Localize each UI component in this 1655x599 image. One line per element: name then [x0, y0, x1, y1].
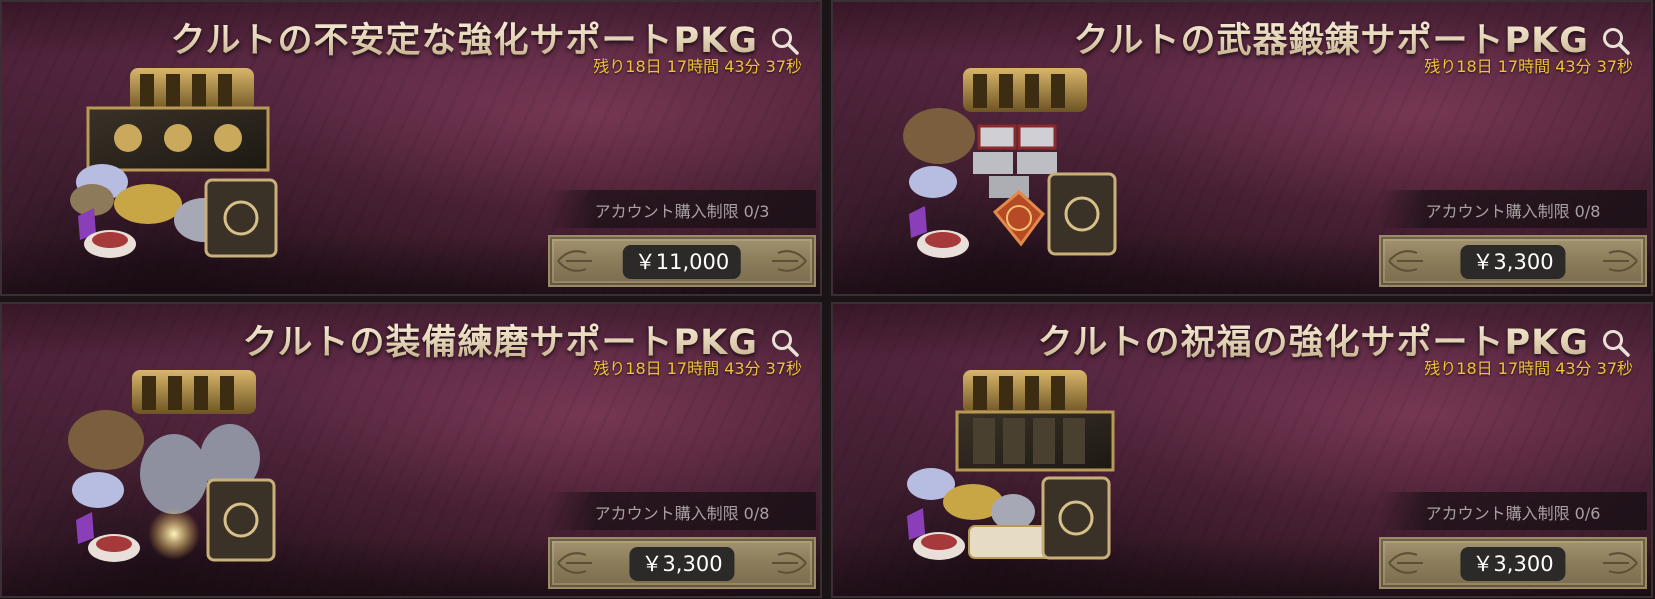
price-label: ￥3,300 — [1460, 547, 1566, 581]
ornament-left-icon — [1388, 552, 1423, 574]
package-card[interactable]: クルトの武器鍛錬サポートPKG 残り18日 17時間 43分 37秒 アカウント… — [831, 0, 1653, 296]
package-items-image — [907, 370, 1115, 560]
price-label: ￥3,300 — [1460, 245, 1566, 279]
purchase-limit: アカウント購入制限 0/8 — [594, 504, 770, 523]
package-grid: クルトの不安定な強化サポートPKG 残り18日 17時間 43分 37秒 アカウ… — [0, 0, 1655, 599]
package-card[interactable]: クルトの装備練磨サポートPKG 残り18日 17時間 43分 37秒 アカウント… — [0, 302, 822, 598]
remaining-time: 残り18日 17時間 43分 37秒 — [1424, 359, 1633, 378]
package-card[interactable]: クルトの不安定な強化サポートPKG 残り18日 17時間 43分 37秒 アカウ… — [0, 0, 822, 296]
purchase-limit: アカウント購入制限 0/6 — [1425, 504, 1601, 523]
ornament-left-icon — [557, 250, 592, 272]
price-label: ￥3,300 — [629, 547, 735, 581]
ornament-left-icon — [1388, 250, 1423, 272]
purchase-limit: アカウント購入制限 0/3 — [594, 202, 770, 221]
ornament-left-icon — [557, 552, 592, 574]
package-items-image — [68, 370, 276, 562]
remaining-time: 残り18日 17時間 43分 37秒 — [593, 359, 802, 378]
package-items-image — [903, 68, 1117, 258]
ornament-right-icon — [1603, 250, 1638, 272]
buy-button[interactable]: ￥3,300 — [548, 537, 816, 589]
buy-button[interactable]: ￥11,000 — [548, 235, 816, 287]
price-label: ￥11,000 — [622, 245, 742, 279]
ornament-right-icon — [772, 250, 807, 272]
ornament-right-icon — [772, 552, 807, 574]
remaining-time: 残り18日 17時間 43分 37秒 — [593, 57, 802, 76]
package-card[interactable]: クルトの祝福の強化サポートPKG 残り18日 17時間 43分 37秒 アカウン… — [831, 302, 1653, 598]
package-items-image — [70, 68, 278, 258]
buy-button[interactable]: ￥3,300 — [1379, 235, 1647, 287]
ornament-right-icon — [1603, 552, 1638, 574]
remaining-time: 残り18日 17時間 43分 37秒 — [1424, 57, 1633, 76]
buy-button[interactable]: ￥3,300 — [1379, 537, 1647, 589]
purchase-limit: アカウント購入制限 0/8 — [1425, 202, 1601, 221]
